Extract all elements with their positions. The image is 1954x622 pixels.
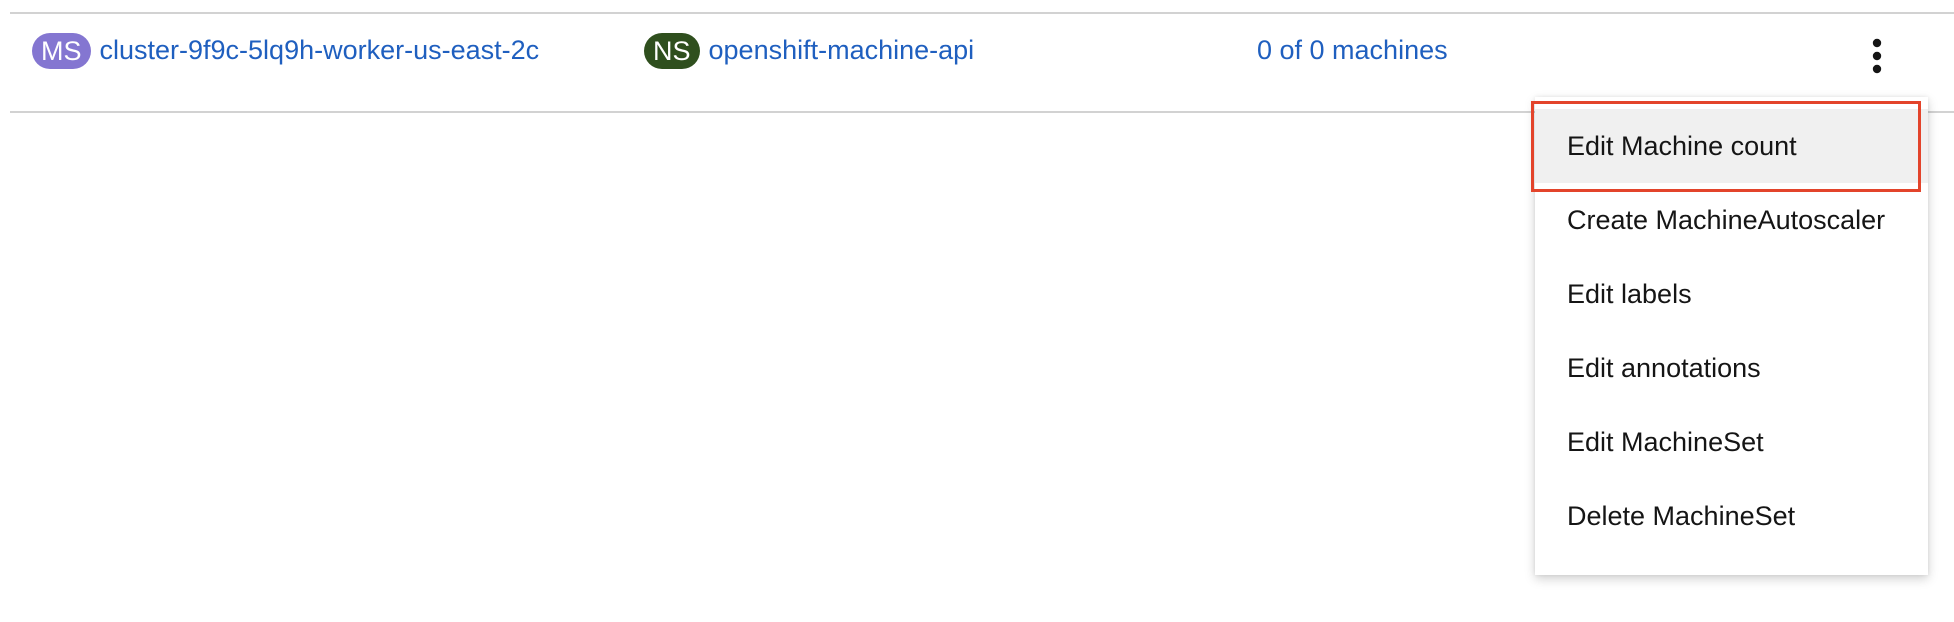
machineset-badge: MS — [32, 32, 91, 69]
menu-item-delete-machineset[interactable]: Delete MachineSet — [1535, 479, 1928, 553]
menu-item-edit-machineset[interactable]: Edit MachineSet — [1535, 405, 1928, 479]
menu-item-create-machineautoscaler[interactable]: Create MachineAutoscaler — [1535, 183, 1928, 257]
page: MS cluster-9f9c-5lq9h-worker-us-east-2c … — [0, 0, 1954, 622]
menu-item-edit-machine-count[interactable]: Edit Machine count — [1535, 109, 1928, 183]
machines-cell: 0 of 0 machines — [1257, 2, 1448, 99]
machineset-link[interactable]: cluster-9f9c-5lq9h-worker-us-east-2c — [100, 35, 540, 66]
actions-dropdown-menu: Edit Machine count Create MachineAutosca… — [1535, 97, 1928, 575]
machines-count-link[interactable]: 0 of 0 machines — [1257, 35, 1448, 66]
namespace-link[interactable]: openshift-machine-api — [709, 35, 975, 66]
machineset-name-cell: MS cluster-9f9c-5lq9h-worker-us-east-2c — [32, 2, 539, 99]
namespace-cell: NS openshift-machine-api — [644, 2, 974, 99]
menu-item-edit-annotations[interactable]: Edit annotations — [1535, 331, 1928, 405]
menu-item-edit-labels[interactable]: Edit labels — [1535, 257, 1928, 331]
namespace-badge: NS — [644, 32, 700, 69]
kebab-vertical-icon[interactable] — [1864, 36, 1890, 76]
